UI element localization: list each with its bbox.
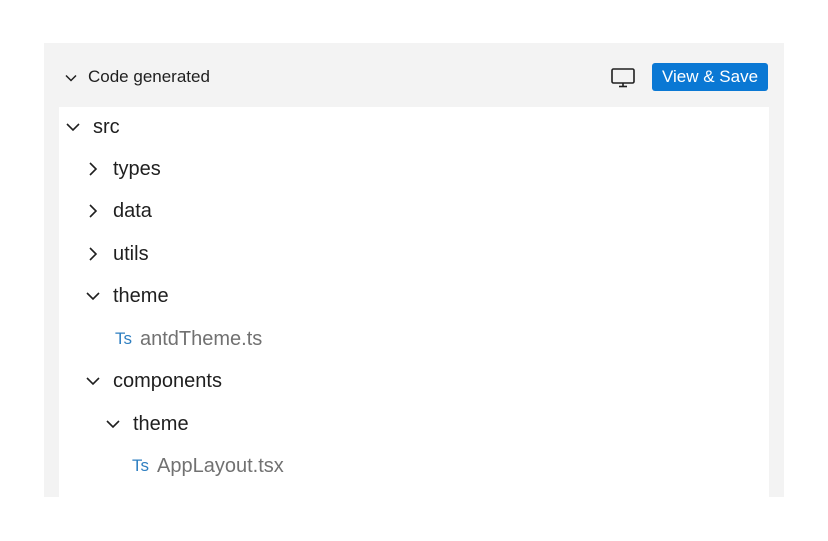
tree-folder-data[interactable]: data: [85, 196, 152, 226]
panel-header[interactable]: Code generated View & Save: [44, 43, 784, 107]
chevron-down-icon: [86, 292, 100, 301]
chevron-down-icon: [106, 420, 120, 429]
tree-item-label: antdTheme.ts: [140, 327, 263, 350]
tree-item-label: types: [113, 157, 161, 180]
view-save-button[interactable]: View & Save: [652, 63, 768, 91]
tree-folder-src[interactable]: src: [65, 112, 120, 142]
tree-file-antdtheme[interactable]: Ts antdTheme.ts: [115, 324, 262, 354]
tree-folder-utils[interactable]: utils: [85, 239, 149, 269]
tree-item-label: utils: [113, 242, 149, 265]
chevron-right-icon: [89, 247, 98, 261]
panel-title: Code generated: [88, 67, 210, 86]
code-generated-panel: Code generated View & Save src types dat…: [44, 43, 784, 497]
chevron-down-icon[interactable]: [64, 71, 78, 85]
tree-item-label: src: [93, 115, 120, 138]
chevron-right-icon: [89, 204, 98, 218]
monitor-icon: [611, 68, 635, 88]
tree-file-applayout[interactable]: Ts AppLayout.tsx: [132, 451, 284, 481]
chevron-right-icon: [89, 162, 98, 176]
tree-item-label: theme: [133, 412, 189, 435]
tree-folder-theme[interactable]: theme: [85, 281, 169, 311]
tree-item-label: data: [113, 199, 152, 222]
tree-item-label: theme: [113, 284, 169, 307]
chevron-down-icon: [66, 123, 80, 132]
tree-item-label: AppLayout.tsx: [157, 454, 284, 477]
tree-item-label: components: [113, 369, 222, 392]
tree-folder-components-theme[interactable]: theme: [105, 409, 189, 439]
preview-button[interactable]: [610, 67, 636, 89]
tree-folder-types[interactable]: types: [85, 154, 161, 184]
tree-folder-components[interactable]: components: [85, 366, 222, 396]
typescript-file-icon: Ts: [132, 456, 149, 475]
typescript-file-icon: Ts: [115, 329, 132, 348]
chevron-down-icon: [86, 377, 100, 386]
file-tree: src types data utils theme Ts antdTheme.…: [59, 107, 769, 497]
